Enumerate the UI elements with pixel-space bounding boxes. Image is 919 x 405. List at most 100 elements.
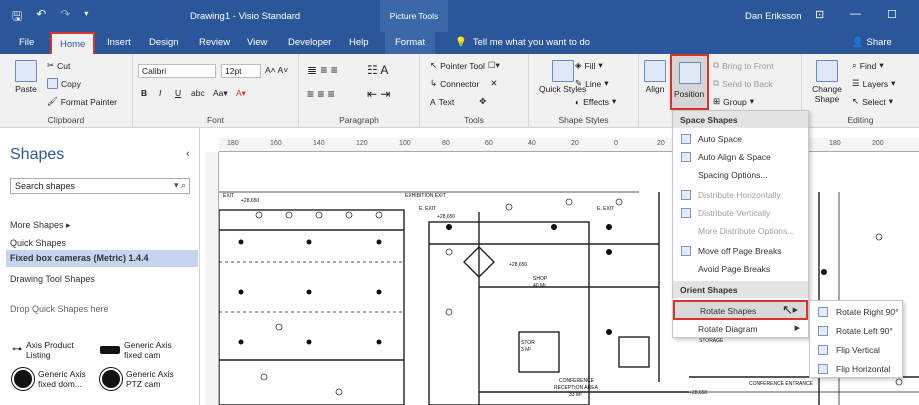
align-icon (644, 60, 666, 82)
group-clipboard: Paste ✂ Cut Copy 🖌 Format Painter Clipboar… (0, 54, 133, 128)
connector-label: Connector (440, 78, 480, 89)
change-shape-button[interactable]: Change Shape (810, 60, 844, 104)
menu-item-label: Rotate Right 90° (836, 307, 899, 317)
user-name[interactable]: Dan Eriksson (745, 11, 802, 22)
save-icon[interactable]: 🖫 (12, 7, 22, 28)
menu-rotate-diagram[interactable]: Rotate Diagram ▶ (673, 320, 808, 338)
paragraph-group-label: Paragraph (339, 115, 379, 125)
tab-format[interactable]: Format (385, 32, 436, 54)
tell-me-box[interactable]: 💡 Tell me what you want to do (455, 37, 590, 48)
customize-qat-icon[interactable]: ▾ (84, 7, 88, 28)
tab-developer[interactable]: Developer (288, 37, 331, 48)
indent-icon[interactable]: ⇤ ⇥ (367, 87, 390, 101)
stencil-generic-fixed-dome[interactable]: Generic Axis fixed dom... (12, 368, 98, 390)
bring-to-front-button[interactable]: ⧉ Bring to Front (713, 60, 774, 71)
plan-label-elev-3: +28,650 (509, 262, 527, 268)
rectangle-tool-icon[interactable]: ☐▾ (488, 60, 500, 71)
rotate-left-icon (818, 326, 828, 336)
menu-spacing-options[interactable]: Spacing Options... (673, 166, 808, 184)
italic-icon[interactable]: I (159, 88, 161, 98)
tab-help[interactable]: Help (349, 37, 369, 48)
tab-home[interactable]: Home (50, 32, 96, 54)
menu-item-label: Distribute Vertically (698, 208, 771, 218)
collapse-pane-icon[interactable]: ‹ (186, 148, 190, 160)
bold-icon[interactable]: B (141, 88, 147, 98)
menu-move-off-page-breaks[interactable]: Move off Page Breaks (673, 242, 808, 260)
tab-design[interactable]: Design (149, 37, 179, 48)
ruler-tick: 200 (872, 140, 884, 147)
ruler-tick: 0 (614, 140, 618, 147)
text-tool-button[interactable]: A Text ✥ (430, 96, 486, 107)
menu-rotate-right[interactable]: Rotate Right 90° (810, 303, 902, 322)
tab-view[interactable]: View (247, 37, 267, 48)
menu-flip-horizontal[interactable]: Flip Horizontal (810, 360, 902, 379)
copy-button[interactable]: Copy (47, 78, 81, 89)
paste-button[interactable]: Paste (15, 60, 37, 94)
share-button[interactable]: 👤 Share (852, 37, 892, 48)
pointer-tool-label: Pointer Tool (440, 60, 485, 71)
redo-icon[interactable]: ↷ (60, 7, 70, 28)
select-button[interactable]: ↖ Select ▾ (852, 96, 893, 107)
tab-insert[interactable]: Insert (107, 37, 131, 48)
menu-more-distribute[interactable]: More Distribute Options... (673, 222, 808, 240)
cut-button[interactable]: ✂ Cut (47, 60, 70, 71)
font-case-icon[interactable]: Aa▾ (213, 88, 228, 99)
underline-icon[interactable]: U (175, 88, 181, 98)
horizontal-ruler[interactable]: 180160140120100806040200204060160180200 (219, 138, 919, 152)
align-button[interactable]: Align (644, 60, 666, 94)
align-left-icon[interactable]: ≡ ≡ ≡ (307, 87, 335, 101)
stencil-generic-fixed-cam[interactable]: Generic Axis fixed cam (100, 340, 192, 360)
tab-review[interactable]: Review (199, 37, 230, 48)
format-painter-button[interactable]: 🖌 Format Painter (47, 96, 117, 107)
menu-avoid-page-breaks[interactable]: Avoid Page Breaks (673, 260, 808, 278)
move-off-breaks-icon (681, 246, 691, 256)
more-shapes-item[interactable]: More Shapes ▸ (10, 220, 71, 231)
stencil-fixed-box-cameras[interactable]: Fixed box cameras (Metric) 1.4.4 (6, 250, 198, 267)
group-button[interactable]: ⊞ Group ▾ (713, 96, 754, 107)
quick-shapes-item[interactable]: Quick Shapes (10, 238, 66, 248)
layers-button[interactable]: ☰ Layers ▾ (852, 78, 895, 89)
find-button[interactable]: ⌕ Find ▾ (852, 60, 884, 71)
close-x-icon[interactable]: ✕ (490, 78, 497, 89)
fill-button[interactable]: ◈ Fill ▾ (575, 60, 603, 71)
menu-rotate-left[interactable]: Rotate Left 90° (810, 322, 902, 341)
search-placeholder: Search shapes (15, 181, 76, 191)
menu-flip-vertical[interactable]: Flip Vertical (810, 341, 902, 360)
stencil-generic-ptz-cam[interactable]: Generic Axis PTZ cam (100, 368, 192, 390)
line-button[interactable]: ✎ Line ▾ (575, 78, 608, 89)
tab-file[interactable]: File (19, 37, 34, 48)
grow-font-icon[interactable]: A˄ A˅ (265, 65, 288, 75)
search-shapes-input[interactable]: Search shapes ▾ ⌕ (10, 178, 190, 194)
search-icon[interactable]: ▾ ⌕ (174, 180, 186, 191)
maximize-icon[interactable]: ☐ (887, 8, 897, 21)
distribute-h-icon (681, 190, 691, 200)
strikethrough-icon[interactable]: abc (191, 88, 205, 98)
quick-access-toolbar: 🖫 ↶ ↷ ▾ (12, 7, 88, 28)
menu-auto-space[interactable]: Auto Space (673, 130, 808, 148)
pointer-icon: ↖ (430, 60, 438, 70)
font-color-icon[interactable]: A▾ (236, 88, 246, 99)
connector-button[interactable]: ↳ Connector ✕ (430, 78, 497, 89)
menu-distribute-horizontally[interactable]: Distribute Horizontally (673, 186, 808, 204)
send-to-back-button[interactable]: ⧉ Send to Back (713, 78, 773, 89)
menu-auto-align-space[interactable]: Auto Align & Space (673, 148, 808, 166)
position-button[interactable]: Position (670, 54, 709, 110)
connection-point-icon[interactable]: ✥ (479, 96, 486, 107)
undo-icon[interactable]: ↶ (36, 7, 46, 28)
font-size-combo[interactable]: 12pt (221, 64, 261, 78)
minimize-icon[interactable]: — (850, 8, 861, 20)
bullets-icon[interactable]: ☷ A (367, 63, 388, 77)
drawing-tool-shapes-item[interactable]: Drawing Tool Shapes (10, 274, 95, 284)
ribbon-display-icon[interactable]: ⊡ (815, 8, 824, 21)
font-name-combo[interactable]: Calibri (138, 64, 216, 78)
plan-label-elev-4: +28,650 (689, 390, 707, 396)
vertical-ruler[interactable] (205, 152, 219, 405)
effects-button[interactable]: ◐ Effects ▾ (575, 96, 616, 107)
stencil-axis-product-listing[interactable]: ⊶ Axis Product Listing (12, 340, 98, 360)
group-tools: ↖ Pointer Tool ☐▾ ↳ Connector ✕ A Text ✥ Tools (420, 54, 529, 128)
pointer-tool-button[interactable]: ↖ Pointer Tool ☐▾ (430, 60, 500, 71)
menu-distribute-vertically[interactable]: Distribute Vertically (673, 204, 808, 222)
find-icon: ⌕ (852, 60, 857, 70)
align-top-icon[interactable]: ≣ ≡ ≡ (307, 63, 338, 77)
quick-styles-icon (551, 60, 574, 82)
